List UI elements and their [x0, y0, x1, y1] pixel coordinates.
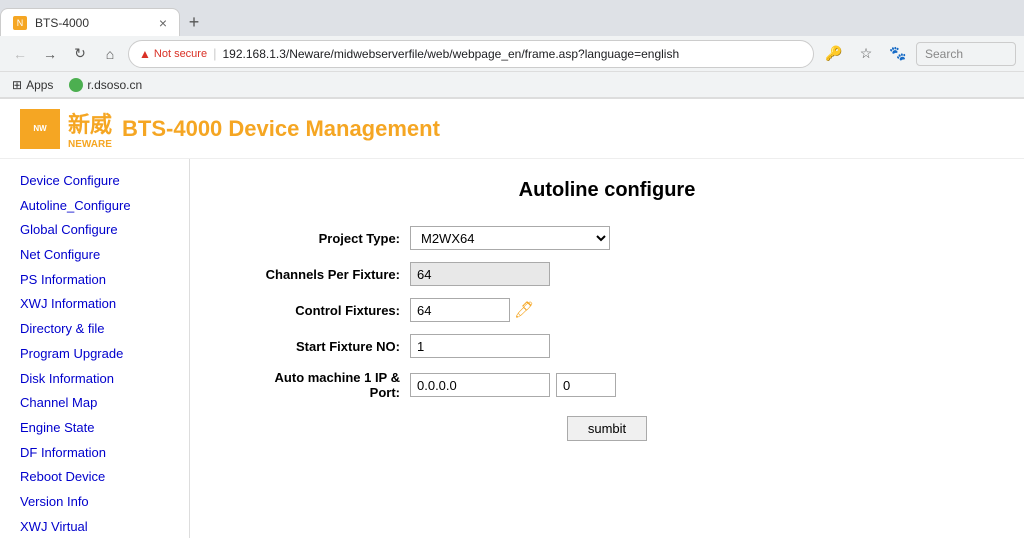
project-type-field[interactable]: M2WX64 M2WX32 M2WX16	[410, 226, 984, 250]
logo-text-area: 新威 NEWARE	[68, 107, 112, 150]
logo-english: NEWARE	[68, 139, 112, 150]
sidebar-item-net-configure[interactable]: Net Configure	[20, 243, 169, 268]
auto-machine-ip-input[interactable]	[410, 373, 550, 397]
logo-square: NW	[20, 109, 60, 149]
control-fixtures-cursor-icon: 🖊	[514, 300, 534, 320]
home-icon: ⌂	[106, 46, 114, 62]
nav-bar: ← → ↻ ⌂ ▲ Not secure | 192.168.1.3/Newar…	[0, 36, 1024, 72]
auto-machine-row: Auto machine 1 IP & Port:	[230, 370, 984, 400]
search-bar[interactable]: Search	[916, 42, 1016, 66]
tab-title: BTS-4000	[35, 16, 151, 30]
channels-per-fixture-row: Channels Per Fixture:	[230, 262, 984, 286]
auto-machine-field	[410, 373, 984, 397]
submit-row: sumbit	[230, 416, 984, 441]
bookmark-apps[interactable]: ⊞ Apps	[8, 76, 57, 94]
forward-button[interactable]: →	[38, 42, 62, 66]
home-button[interactable]: ⌂	[98, 42, 122, 66]
bookmark-favicon	[69, 78, 83, 92]
tab-favicon: N	[13, 16, 27, 30]
address-separator: |	[213, 46, 216, 61]
sidebar-item-xwj-virtual[interactable]: XWJ Virtual	[20, 515, 169, 538]
auto-machine-ip-port-group	[410, 373, 984, 397]
channels-per-fixture-input[interactable]	[410, 262, 550, 286]
channels-per-fixture-label: Channels Per Fixture:	[230, 267, 410, 282]
control-fixtures-label: Control Fixtures:	[230, 303, 410, 318]
address-bar[interactable]: ▲ Not secure | 192.168.1.3/Neware/midweb…	[128, 40, 814, 68]
sidebar: Device Configure Autoline_Configure Glob…	[0, 159, 190, 538]
active-tab[interactable]: N BTS-4000 ×	[0, 8, 180, 36]
warning-icon: ▲	[139, 47, 151, 61]
sidebar-item-program-upgrade[interactable]: Program Upgrade	[20, 342, 169, 367]
site-header: NW 新威 NEWARE BTS-4000 Device Management	[0, 99, 1024, 159]
apps-grid-icon: ⊞	[12, 78, 22, 92]
sidebar-item-df-information[interactable]: DF Information	[20, 441, 169, 466]
extensions-button[interactable]: 🐾	[884, 40, 912, 68]
sidebar-item-device-configure[interactable]: Device Configure	[20, 169, 169, 194]
browser-chrome: N BTS-4000 × + ← → ↻ ⌂ ▲ Not secure | 19…	[0, 0, 1024, 99]
bookmark-apps-label: Apps	[26, 78, 53, 92]
nav-right-area: 🔑 ☆ 🐾 Search	[820, 40, 1016, 68]
start-fixture-no-row: Start Fixture NO:	[230, 334, 984, 358]
key-icon-button[interactable]: 🔑	[820, 40, 848, 68]
sidebar-item-autoline-configure[interactable]: Autoline_Configure	[20, 194, 169, 219]
sidebar-item-engine-state[interactable]: Engine State	[20, 416, 169, 441]
key-icon: 🔑	[825, 45, 842, 62]
tab-close-button[interactable]: ×	[159, 16, 167, 30]
search-placeholder: Search	[925, 47, 963, 61]
sidebar-item-global-configure[interactable]: Global Configure	[20, 218, 169, 243]
sidebar-item-disk-information[interactable]: Disk Information	[20, 367, 169, 392]
start-fixture-no-input[interactable]	[410, 334, 550, 358]
tab-bar: N BTS-4000 × +	[0, 0, 1024, 36]
page-content: NW 新威 NEWARE BTS-4000 Device Management …	[0, 99, 1024, 538]
sidebar-item-channel-map[interactable]: Channel Map	[20, 391, 169, 416]
project-type-select[interactable]: M2WX64 M2WX32 M2WX16	[410, 226, 610, 250]
sidebar-item-directory-file[interactable]: Directory & file	[20, 317, 169, 342]
main-layout: Device Configure Autoline_Configure Glob…	[0, 159, 1024, 538]
sidebar-item-reboot-device[interactable]: Reboot Device	[20, 465, 169, 490]
bookmark-star-button[interactable]: ☆	[852, 40, 880, 68]
logo-chinese: 新威	[68, 107, 112, 139]
control-fixtures-field: 🖊	[410, 298, 984, 322]
submit-button[interactable]: sumbit	[567, 416, 647, 441]
puzzle-icon: 🐾	[889, 45, 906, 62]
back-icon: ←	[13, 46, 27, 62]
reload-icon: ↻	[74, 45, 86, 62]
main-area: Autoline configure Project Type: M2WX64 …	[190, 159, 1024, 538]
auto-machine-label: Auto machine 1 IP & Port:	[230, 370, 410, 400]
channels-per-fixture-field	[410, 262, 984, 286]
bookmark-dsoso[interactable]: r.dsoso.cn	[65, 76, 146, 94]
sidebar-item-version-info[interactable]: Version Info	[20, 490, 169, 515]
autoline-configure-form: Project Type: M2WX64 M2WX32 M2WX16 Chann…	[230, 226, 984, 441]
logo-inner-text: NW	[33, 124, 46, 133]
sidebar-item-xwj-information[interactable]: XWJ Information	[20, 292, 169, 317]
back-button[interactable]: ←	[8, 42, 32, 66]
site-title: BTS-4000 Device Management	[122, 116, 440, 142]
auto-machine-port-input[interactable]	[556, 373, 616, 397]
page-title: Autoline configure	[230, 179, 984, 202]
star-icon: ☆	[860, 45, 873, 62]
control-fixtures-row: Control Fixtures: 🖊	[230, 298, 984, 322]
forward-icon: →	[43, 46, 57, 62]
project-type-label: Project Type:	[230, 231, 410, 246]
bookmarks-bar: ⊞ Apps r.dsoso.cn	[0, 72, 1024, 98]
sidebar-item-ps-information[interactable]: PS Information	[20, 268, 169, 293]
new-tab-button[interactable]: +	[180, 8, 208, 36]
start-fixture-no-field	[410, 334, 984, 358]
start-fixture-no-label: Start Fixture NO:	[230, 339, 410, 354]
reload-button[interactable]: ↻	[68, 42, 92, 66]
logo-box: NW 新威 NEWARE	[20, 107, 112, 150]
address-url: 192.168.1.3/Neware/midwebserverfile/web/…	[222, 47, 803, 61]
control-fixtures-input[interactable]	[410, 298, 510, 322]
bookmark-dsoso-label: r.dsoso.cn	[87, 78, 142, 92]
not-secure-label: Not secure	[154, 48, 207, 60]
security-indicator: ▲ Not secure	[139, 47, 207, 61]
project-type-row: Project Type: M2WX64 M2WX32 M2WX16	[230, 226, 984, 250]
